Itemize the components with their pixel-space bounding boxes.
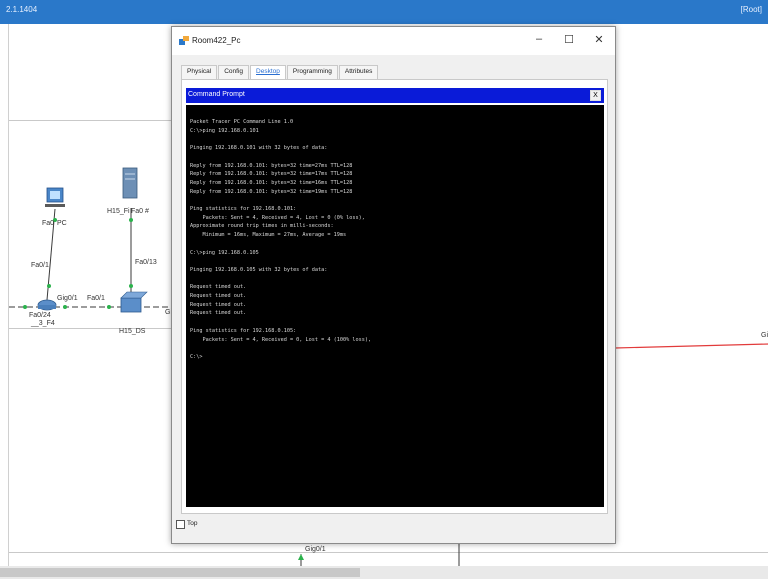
topology-label: Gig0/1	[57, 295, 78, 302]
terminal-line: Request timed out.	[190, 293, 247, 299]
topology-label: PC	[57, 220, 67, 227]
root-label[interactable]: [Root]	[741, 5, 762, 14]
tab-physical[interactable]: Physical	[181, 65, 218, 79]
command-prompt-terminal[interactable]: Packet Tracer PC Command Line 1.0 C:\>pin…	[186, 105, 604, 507]
terminal-line: Ping statistics for 192.168.0.105:	[190, 327, 297, 334]
tab-desktop[interactable]: Desktop	[250, 65, 286, 79]
close-window-button[interactable]: ✕	[590, 33, 608, 46]
app-title: 2.1.1404	[6, 5, 38, 14]
pc-device-icon	[45, 187, 65, 207]
terminal-line: Reply from 192.168.0.101: bytes=32 time=…	[190, 171, 353, 178]
terminal-line: C:\>	[190, 353, 203, 360]
topology-label: Fa0 #	[131, 208, 149, 215]
red-link	[614, 343, 768, 349]
minimize-button[interactable]: –	[530, 33, 548, 45]
terminal-line: Request timed out.	[190, 301, 247, 308]
command-prompt-close-button[interactable]: X	[590, 90, 601, 101]
topology-label: Gig0/1	[305, 546, 326, 553]
tab-programming[interactable]: Programming	[286, 65, 338, 79]
tab-attributes[interactable]: Attributes	[338, 65, 379, 79]
packet-tracer-app-icon	[179, 36, 189, 45]
terminal-line: C:\>ping 192.168.0.101	[190, 127, 259, 134]
tab-config[interactable]: Config	[218, 65, 250, 79]
terminal-line: Approximate round trip times in milli-se…	[190, 223, 334, 230]
terminal-line: Reply from 192.168.0.101: bytes=32 time=…	[190, 162, 353, 169]
app-title-bar: 2.1.1404 [Root]	[0, 0, 768, 24]
terminal-line: Pinging 192.168.0.101 with 32 bytes of d…	[190, 145, 328, 152]
router-device-icon	[37, 299, 57, 311]
server-device-icon	[122, 167, 138, 199]
window-title: Room422_Pc	[192, 36, 241, 45]
terminal-line: Pinging 192.168.0.105 with 32 bytes of d…	[190, 266, 328, 273]
terminal-line: Reply from 192.168.0.101: bytes=32 time=…	[190, 188, 353, 195]
terminal-line: Ping statistics for 192.168.0.101:	[190, 206, 297, 212]
topology-label: Fa0/1	[87, 295, 105, 302]
port-indicator	[47, 284, 51, 288]
desktop-tab-panel: Command Prompt X Packet Tracer PC Comman…	[181, 79, 608, 514]
port-indicator	[129, 218, 133, 222]
terminal-line: Reply from 192.168.0.101: bytes=32 time=…	[190, 179, 353, 186]
terminal-line: Packets: Sent = 4, Received = 0, Lost = …	[190, 336, 372, 343]
port-indicator	[63, 305, 67, 309]
terminal-line: Minimum = 16ms, Maximum = 27ms, Average …	[190, 232, 347, 239]
topology-label: H15_Fi	[107, 208, 130, 215]
terminal-line: Packet Tracer PC Command Line 1.0	[190, 119, 294, 125]
port-indicator	[129, 284, 133, 288]
topology-label: Fa0/1	[31, 262, 49, 269]
command-prompt-title: Command Prompt	[188, 91, 245, 98]
topology-label: Fa0	[42, 220, 55, 227]
terminal-line: Request timed out.	[190, 284, 247, 291]
terminal-line: Request timed out.	[190, 310, 247, 317]
terminal-line: C:\>ping 192.168.0.105	[190, 249, 259, 256]
command-prompt-title-bar: Command Prompt X	[186, 88, 604, 103]
top-checkbox-label: Top	[187, 520, 198, 527]
switch-device-icon	[120, 291, 148, 313]
port-indicator	[298, 554, 304, 560]
terminal-line: Packets: Sent = 4, Received = 4, Lost = …	[190, 214, 365, 221]
pc-device-window[interactable]: Room422_Pc – ☐ ✕ Physical Config Desktop…	[171, 26, 616, 544]
scrollbar-thumb[interactable]	[0, 568, 360, 577]
topology-label: Fa0/13	[135, 259, 157, 266]
port-indicator	[23, 305, 27, 309]
topology-label: Fa0/24	[29, 312, 51, 319]
port-indicator	[107, 305, 111, 309]
maximize-button[interactable]: ☐	[560, 33, 578, 46]
topology-label: Gi	[761, 332, 768, 339]
horizontal-scrollbar[interactable]	[0, 566, 768, 579]
topology-label: __3_F4	[31, 320, 55, 327]
window-title-bar[interactable]: Room422_Pc – ☐ ✕	[172, 27, 615, 55]
device-tabs: Physical Config Desktop Programming Attr…	[181, 65, 379, 79]
top-checkbox[interactable]	[176, 520, 185, 529]
topology-label: H15_DS	[119, 328, 146, 335]
